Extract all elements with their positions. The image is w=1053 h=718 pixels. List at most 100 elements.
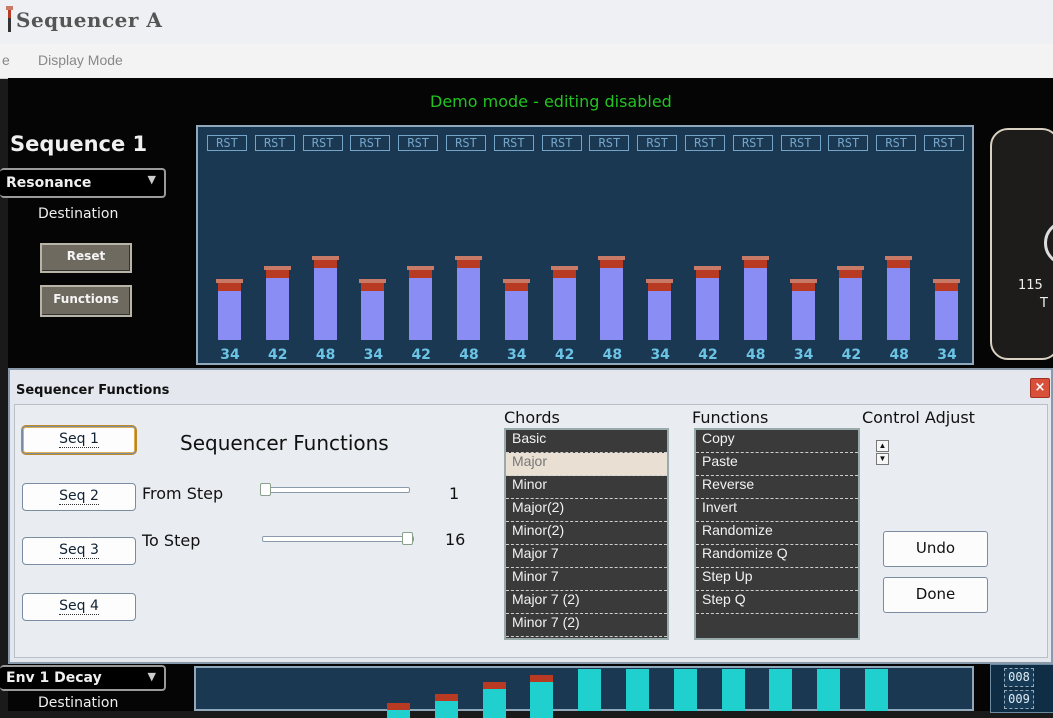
step-value: 34 bbox=[220, 347, 240, 363]
function-list-item[interactable]: Randomize bbox=[696, 522, 858, 545]
rst-button[interactable]: RST bbox=[876, 135, 917, 151]
close-icon[interactable]: × bbox=[1030, 378, 1050, 398]
rst-button[interactable]: RST bbox=[828, 135, 869, 151]
step-bar[interactable] bbox=[359, 279, 387, 340]
done-button[interactable]: Done bbox=[883, 577, 988, 613]
chord-list-item[interactable]: Minor(2) bbox=[506, 522, 667, 545]
chord-list-item[interactable]: Minor 7 bbox=[506, 568, 667, 591]
step-bar[interactable] bbox=[789, 279, 817, 340]
functions-list[interactable]: Copy Paste Reverse Invert Randomize Randomize… bbox=[694, 428, 860, 640]
step-bar[interactable] bbox=[502, 279, 530, 340]
chord-list-item[interactable]: Major 7 bbox=[506, 545, 667, 568]
undo-button[interactable]: Undo bbox=[883, 531, 988, 567]
step-bar-2[interactable] bbox=[626, 669, 649, 711]
rst-button[interactable]: RST bbox=[398, 135, 439, 151]
chord-list-item[interactable]: Minor 7 (2) bbox=[506, 614, 667, 637]
step-value: 42 bbox=[554, 347, 575, 363]
step-bar[interactable] bbox=[885, 256, 913, 340]
spin-down-icon[interactable]: ▼ bbox=[876, 453, 889, 465]
rst-button[interactable]: RST bbox=[924, 135, 964, 151]
seq-1-button[interactable]: Seq 1 bbox=[22, 426, 136, 454]
spin-up-icon[interactable]: ▲ bbox=[876, 440, 889, 452]
step-bar-2[interactable] bbox=[482, 681, 506, 718]
step-bar[interactable] bbox=[694, 266, 721, 340]
chord-list-item[interactable]: Major bbox=[506, 453, 667, 476]
step-bar[interactable] bbox=[741, 256, 769, 340]
function-list-item[interactable]: Reverse bbox=[696, 476, 858, 499]
to-step-value: 16 bbox=[445, 530, 466, 549]
title-bar-divider bbox=[6, 6, 13, 32]
step-bar[interactable] bbox=[311, 256, 339, 340]
step-value: 34 bbox=[937, 347, 957, 363]
step-bar-2[interactable] bbox=[865, 669, 888, 711]
function-list-item[interactable]: Copy bbox=[696, 430, 858, 453]
rst-button[interactable]: RST bbox=[732, 135, 773, 151]
chord-list-item[interactable]: Minor bbox=[506, 476, 667, 499]
step-bar[interactable] bbox=[263, 266, 291, 340]
menu-item-truncated[interactable]: e bbox=[2, 52, 10, 68]
to-step-slider-handle[interactable] bbox=[402, 532, 413, 545]
from-step-slider[interactable] bbox=[260, 487, 410, 493]
destination-select-2[interactable]: Env 1 Decay ▼ bbox=[0, 665, 166, 691]
knob-value: 115 bbox=[1018, 278, 1043, 293]
step-bar[interactable] bbox=[216, 279, 243, 340]
step-bar-2[interactable] bbox=[530, 675, 554, 718]
title-bar: Sequencer A bbox=[0, 0, 1053, 45]
rst-button[interactable]: RST bbox=[685, 135, 725, 151]
step-bar-2[interactable] bbox=[769, 669, 793, 711]
step-bar[interactable] bbox=[933, 279, 960, 340]
rst-button[interactable]: RST bbox=[302, 135, 343, 151]
reset-button[interactable]: Reset bbox=[40, 243, 132, 273]
step-bar[interactable] bbox=[407, 266, 435, 340]
function-list-item[interactable]: Paste bbox=[696, 453, 858, 476]
rst-button[interactable]: RST bbox=[446, 135, 486, 151]
step-bar[interactable] bbox=[455, 256, 482, 340]
chord-list-item[interactable]: Major 7 (2) bbox=[506, 591, 667, 614]
step-bar[interactable] bbox=[598, 256, 626, 340]
chord-list-item[interactable]: Major(2) bbox=[506, 499, 667, 522]
chords-list[interactable]: Basic Major Minor Major(2) Minor(2) Major 7 Mi… bbox=[504, 428, 669, 640]
from-step-label: From Step bbox=[142, 484, 224, 503]
to-step-slider[interactable] bbox=[262, 536, 414, 542]
step-value: 42 bbox=[411, 347, 431, 363]
rst-button[interactable]: RST bbox=[207, 135, 247, 151]
menu-item-display-mode[interactable]: Display Mode bbox=[38, 52, 123, 68]
rst-button[interactable]: RST bbox=[541, 135, 582, 151]
sequence-title: Sequence 1 bbox=[10, 132, 148, 156]
knob-dial-icon[interactable] bbox=[1044, 220, 1053, 266]
seq-3-button[interactable]: Seq 3 bbox=[22, 537, 136, 565]
step-bar-2[interactable] bbox=[673, 669, 697, 711]
rst-button[interactable]: RST bbox=[493, 135, 534, 151]
step-bar-2[interactable] bbox=[434, 694, 458, 718]
seq-2-button[interactable]: Seq 2 bbox=[22, 483, 136, 511]
step-value: 34 bbox=[507, 347, 527, 363]
step-bar[interactable] bbox=[550, 266, 578, 340]
functions-button[interactable]: Functions bbox=[40, 285, 132, 317]
step-value: 34 bbox=[793, 347, 814, 363]
rst-button[interactable]: RST bbox=[589, 135, 630, 151]
rst-button[interactable]: RST bbox=[637, 135, 678, 151]
step-bar[interactable] bbox=[646, 279, 674, 340]
destination-label: Destination bbox=[38, 206, 119, 222]
step-value: 48 bbox=[602, 347, 623, 363]
step-value: 42 bbox=[698, 347, 718, 363]
functions-header: Functions bbox=[692, 408, 769, 427]
function-list-item[interactable]: Invert bbox=[696, 499, 858, 522]
seq-4-button[interactable]: Seq 4 bbox=[22, 593, 136, 621]
seq-3-label: Seq 3 bbox=[59, 542, 99, 559]
step-bar[interactable] bbox=[837, 266, 865, 340]
chord-list-item[interactable]: Basic bbox=[506, 430, 667, 453]
function-list-item[interactable]: Randomize Q bbox=[696, 545, 858, 568]
step-number-009: 009 bbox=[1004, 690, 1034, 709]
rst-button[interactable]: RST bbox=[350, 135, 391, 151]
function-list-item[interactable]: Step Up bbox=[696, 568, 858, 591]
rst-button[interactable]: RST bbox=[254, 135, 295, 151]
step-bar-2[interactable] bbox=[817, 669, 841, 711]
rst-button[interactable]: RST bbox=[780, 135, 821, 151]
from-step-slider-handle[interactable] bbox=[260, 483, 271, 496]
function-list-item[interactable]: Step Q bbox=[696, 591, 858, 614]
knob-panel: 115 T bbox=[990, 128, 1053, 360]
step-bar-2[interactable] bbox=[578, 669, 602, 711]
destination-select[interactable]: Resonance ▼ bbox=[0, 168, 166, 198]
step-bar-2[interactable] bbox=[721, 669, 745, 711]
